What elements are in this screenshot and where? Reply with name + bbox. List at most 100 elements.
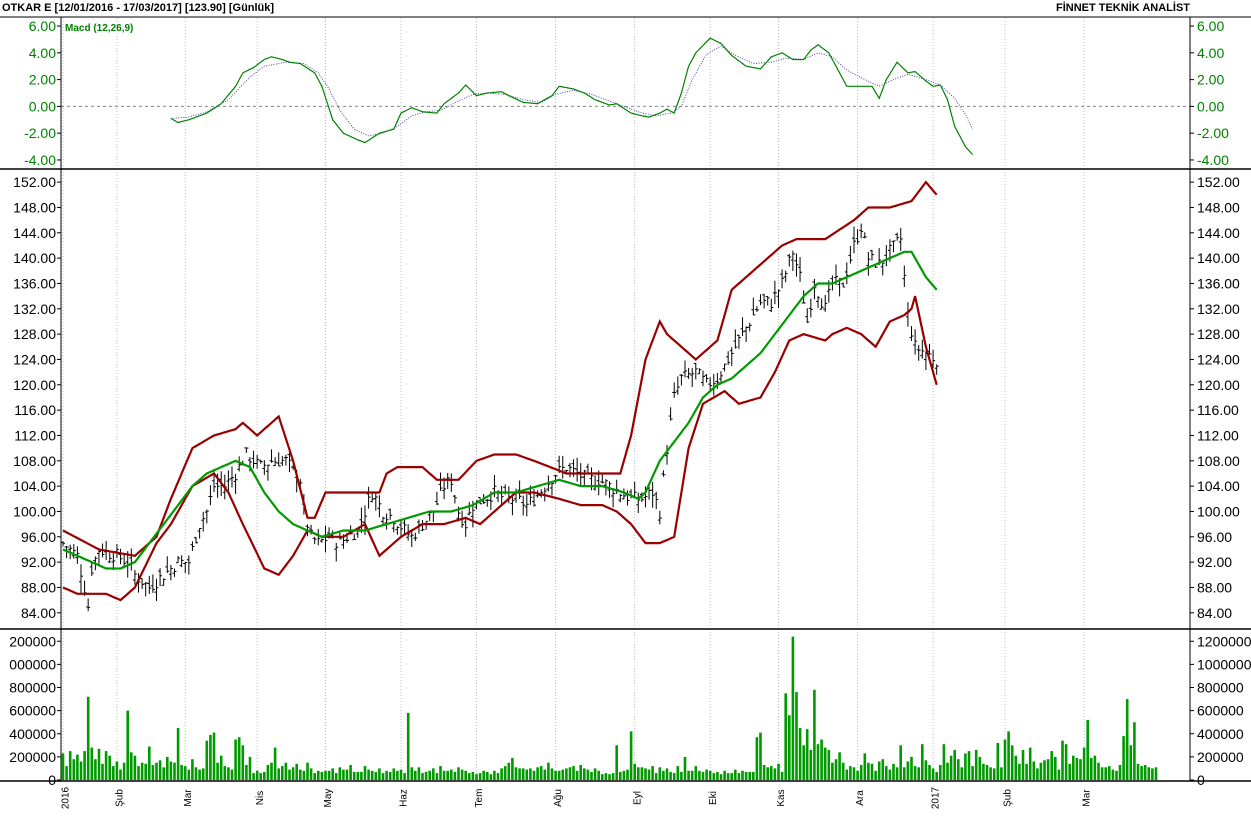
chart-title: OTKAR E [12/01/2016 - 17/03/2017] [123.9… bbox=[2, 2, 275, 14]
price-y-tick-left: 96.00 bbox=[21, 529, 56, 545]
volume-bar bbox=[669, 771, 672, 780]
volume-bar bbox=[820, 739, 823, 780]
volume-bar bbox=[284, 762, 288, 780]
volume-bar bbox=[1057, 769, 1061, 780]
price-y-tick-left: 108.00 bbox=[13, 453, 56, 469]
volume-bar bbox=[1046, 759, 1050, 780]
volume-bar bbox=[985, 765, 989, 780]
volume-bar bbox=[723, 770, 726, 781]
volume-bar bbox=[1072, 755, 1075, 780]
volume-bar bbox=[550, 768, 554, 780]
price-y-tick-left: 84.00 bbox=[21, 605, 56, 621]
price-y-tick-right: 104.00 bbox=[1197, 478, 1240, 494]
volume-y-tick-left: 200000 bbox=[9, 749, 56, 765]
volume-y-tick-left: 000000 bbox=[9, 656, 56, 672]
volume-bar bbox=[637, 767, 640, 780]
volume-bar bbox=[489, 774, 493, 780]
volume-bar bbox=[719, 774, 723, 780]
volume-bar bbox=[248, 756, 252, 780]
volume-bar bbox=[1064, 744, 1068, 780]
volume-bar bbox=[780, 771, 784, 780]
volume-bar bbox=[737, 773, 741, 780]
volume-bar bbox=[212, 732, 216, 780]
volume-bar bbox=[593, 768, 597, 780]
x-tick-label: Mar bbox=[183, 789, 194, 807]
volume-bar bbox=[967, 751, 971, 780]
volume-bar bbox=[370, 770, 374, 781]
volume-bar bbox=[672, 773, 676, 780]
volume-bar bbox=[424, 771, 428, 780]
volume-bar bbox=[662, 770, 665, 781]
volume-bar bbox=[802, 745, 805, 780]
volume-bar bbox=[381, 773, 385, 780]
volume-bar bbox=[396, 770, 399, 781]
price-y-tick-right: 92.00 bbox=[1197, 554, 1232, 570]
volume-y-tick-left: 600000 bbox=[9, 703, 56, 719]
x-tick-label: Ağu bbox=[553, 789, 564, 807]
volume-bar bbox=[1090, 758, 1093, 780]
volume-bar bbox=[996, 743, 1000, 780]
volume-bar bbox=[701, 771, 705, 780]
volume-bar bbox=[1075, 758, 1079, 780]
volume-bar bbox=[486, 771, 489, 780]
volume-bar bbox=[119, 769, 122, 780]
volume-bar bbox=[640, 767, 644, 780]
volume-y-tick-right: 0 bbox=[1197, 772, 1205, 788]
volume-y-tick-right: 800000 bbox=[1197, 680, 1244, 696]
volume-bar bbox=[158, 760, 162, 780]
volume-bar bbox=[831, 762, 834, 780]
volume-bar bbox=[619, 771, 622, 780]
macd-y-tick-right: 6.00 bbox=[1197, 18, 1224, 34]
volume-bar bbox=[263, 771, 266, 780]
volume-bar bbox=[690, 770, 694, 781]
x-tick-label: May bbox=[323, 789, 334, 808]
volume-bar bbox=[295, 763, 298, 780]
volume-bar bbox=[1108, 766, 1111, 780]
vendor-label: FİNNET TEKNİK ANALİST bbox=[1055, 2, 1190, 14]
volume-bar bbox=[428, 770, 431, 781]
volume-bar bbox=[755, 737, 759, 780]
volume-y-tick-right: 400000 bbox=[1197, 726, 1244, 742]
volume-bar bbox=[654, 773, 658, 780]
volume-bar bbox=[378, 768, 381, 780]
volume-bar bbox=[924, 760, 928, 780]
volume-bar bbox=[65, 766, 68, 780]
volume-bar bbox=[647, 769, 651, 780]
volume-bar bbox=[744, 771, 748, 780]
volume-bar bbox=[629, 731, 633, 780]
volume-bar bbox=[734, 769, 737, 780]
volume-bar bbox=[676, 766, 680, 780]
volume-bar bbox=[863, 753, 867, 780]
volume-bar bbox=[331, 768, 334, 780]
volume-bar bbox=[1036, 768, 1039, 780]
volume-bar bbox=[155, 762, 158, 780]
volume-bar bbox=[223, 766, 227, 780]
price-y-tick-right: 100.00 bbox=[1197, 503, 1240, 519]
volume-bar bbox=[1025, 763, 1028, 780]
price-y-tick-left: 144.00 bbox=[13, 225, 56, 241]
volume-bar bbox=[90, 747, 94, 780]
volume-bar bbox=[773, 768, 777, 780]
volume-bar bbox=[72, 759, 76, 780]
volume-bar bbox=[198, 769, 201, 780]
volume-bar bbox=[273, 747, 277, 780]
volume-bar bbox=[1147, 767, 1151, 780]
volume-bar bbox=[374, 771, 378, 780]
volume-bar bbox=[345, 769, 349, 780]
volume-bar bbox=[827, 749, 831, 780]
macd-y-tick-left: 6.00 bbox=[29, 18, 56, 34]
volume-bar bbox=[500, 768, 503, 780]
volume-bar bbox=[579, 765, 582, 780]
volume-bar bbox=[777, 763, 780, 780]
volume-y-tick-right: 1000000 bbox=[1197, 656, 1251, 672]
volume-bar bbox=[741, 770, 744, 781]
volume-bar bbox=[939, 765, 942, 780]
volume-bar bbox=[388, 771, 392, 780]
volume-bar bbox=[960, 767, 964, 780]
volume-bar bbox=[464, 770, 467, 781]
volume-bar bbox=[299, 769, 302, 780]
volume-bar bbox=[234, 739, 237, 780]
volume-bar bbox=[112, 766, 115, 780]
volume-bar bbox=[910, 756, 913, 780]
volume-bar bbox=[115, 761, 119, 780]
